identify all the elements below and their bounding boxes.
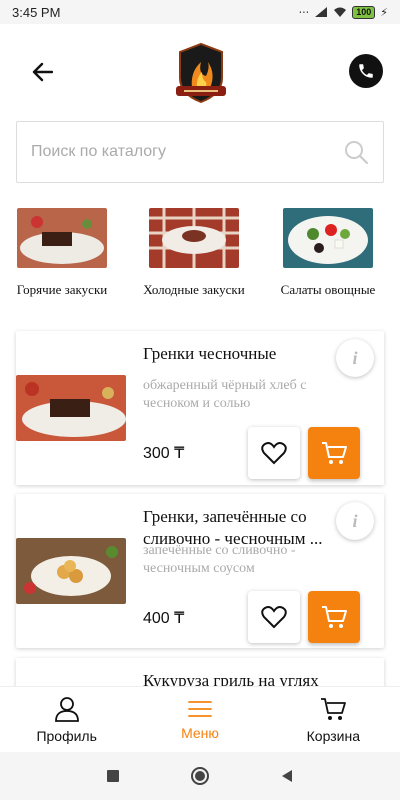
category-hot-appetizers[interactable]: Горячие закуски (8, 208, 116, 298)
cart-icon (322, 606, 347, 628)
category-label: Горячие закуски (16, 282, 108, 297)
product-price: 400 ₸ (143, 610, 185, 627)
square-icon[interactable] (106, 769, 120, 783)
product-title: Гренки чесночные (143, 344, 277, 363)
nav-cart[interactable]: Корзина (267, 687, 400, 752)
search-box[interactable] (16, 121, 384, 183)
category-label: Салаты овощные (280, 282, 376, 297)
info-icon: i (352, 347, 358, 368)
menu-icon (188, 700, 212, 717)
product-description: запечённые со сливочно - чесночным соусо… (143, 543, 296, 576)
search-icon[interactable] (343, 139, 369, 165)
add-to-cart-button[interactable] (308, 591, 360, 643)
restaurant-logo (176, 42, 226, 104)
arrow-left-icon (32, 62, 53, 82)
category-list: Горячие закуски Холодные закуски Салаты … (0, 208, 400, 308)
product-price: 300 ₸ (143, 445, 185, 462)
favorite-button[interactable] (248, 427, 300, 479)
triangle-back-icon[interactable] (280, 769, 294, 783)
info-button[interactable]: i (336, 502, 374, 540)
status-icons: ⋅⋅⋅ 100 ⚡ (298, 5, 388, 19)
cart-icon (322, 442, 347, 464)
nav-menu[interactable]: Меню (133, 687, 266, 752)
back-button[interactable] (28, 58, 56, 86)
add-to-cart-button[interactable] (308, 427, 360, 479)
app-header (0, 34, 400, 114)
favorite-button[interactable] (248, 591, 300, 643)
product-card[interactable]: Гренки чесночные обжаренный чёрный хлеб … (16, 331, 384, 485)
signal-icon (315, 7, 328, 17)
charging-icon: ⚡ (380, 6, 388, 19)
cart-icon (321, 697, 347, 720)
product-description: обжаренный чёрный хлеб с чесноком и соль… (143, 378, 307, 411)
status-bar: 3:45 PM ⋅⋅⋅ 100 ⚡ (0, 0, 400, 24)
user-icon (54, 696, 79, 722)
product-image (16, 375, 126, 441)
nav-label: Меню (181, 724, 219, 741)
dots-icon: ⋅⋅⋅ (298, 6, 310, 19)
battery-icon: 100 (352, 5, 376, 19)
heart-icon (261, 606, 287, 629)
phone-icon (359, 64, 373, 78)
category-vegetable-salads[interactable]: Салаты овощные (272, 208, 384, 298)
system-navigation-bar (0, 752, 400, 800)
info-icon: i (352, 510, 358, 531)
product-card[interactable]: Гренки, запечённые со сливочно - чесночн… (16, 494, 384, 648)
call-button[interactable] (349, 54, 383, 88)
circle-icon[interactable] (190, 766, 210, 786)
nav-label: Корзина (306, 727, 360, 744)
wifi-icon (334, 7, 347, 17)
category-image (283, 208, 373, 268)
category-cold-appetizers[interactable]: Холодные закуски (134, 208, 254, 298)
heart-icon (261, 442, 287, 465)
info-button[interactable]: i (336, 339, 374, 377)
category-image (17, 208, 107, 268)
category-image (149, 208, 239, 268)
category-label: Холодные закуски (143, 282, 245, 297)
product-image (16, 538, 126, 604)
search-input[interactable] (31, 143, 343, 161)
bottom-navigation: Профиль Меню Корзина (0, 686, 400, 752)
nav-label: Профиль (36, 727, 97, 744)
status-time: 3:45 PM (12, 4, 61, 20)
nav-profile[interactable]: Профиль (0, 687, 133, 752)
